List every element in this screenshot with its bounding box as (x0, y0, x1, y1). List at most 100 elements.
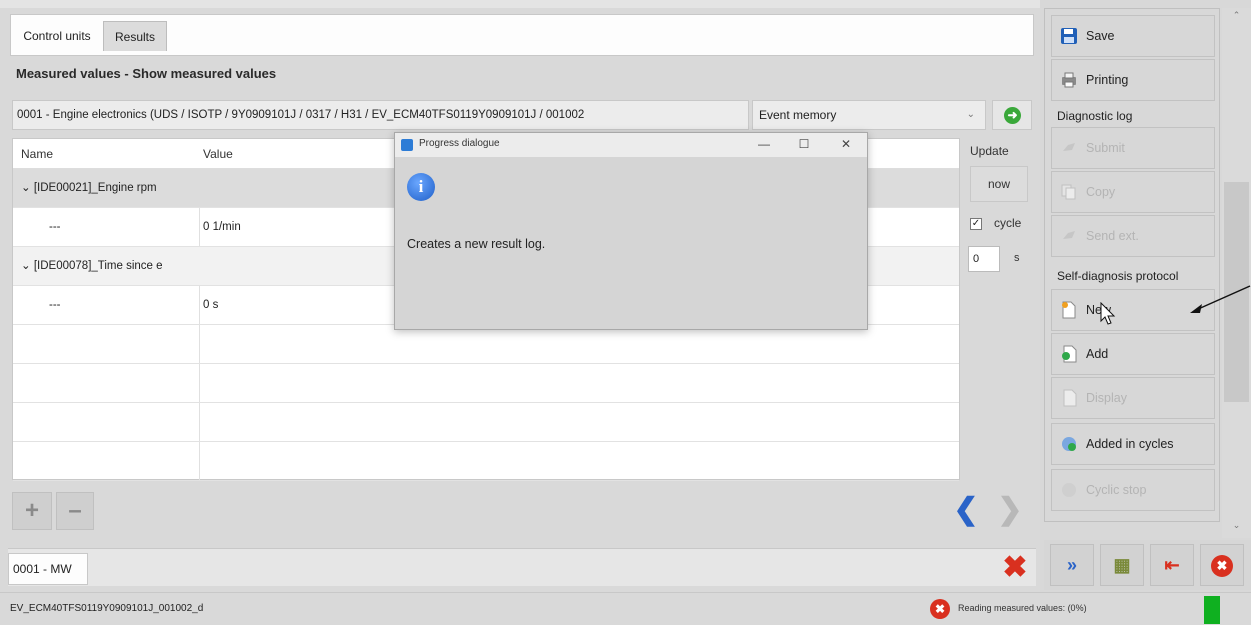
close-circle-icon: ✖ (1211, 555, 1233, 578)
info-icon: i (407, 173, 435, 201)
send-ext-label: Send ext. (1086, 229, 1139, 243)
dialog-titlebar: Progress dialogue — ☐ ✕ (395, 133, 867, 157)
copy-button[interactable]: Copy (1051, 171, 1215, 213)
arrow-right-icon: ➜ (1004, 107, 1021, 124)
empty-row (13, 403, 959, 442)
minimize-button[interactable]: — (745, 133, 783, 157)
tab-0001-mw[interactable]: 0001 - MW (8, 553, 88, 585)
tab-results[interactable]: Results (103, 21, 167, 51)
close-x-icon[interactable]: ✖ (998, 551, 1032, 585)
exit-door-icon: ⇤ (1164, 555, 1180, 575)
top-strip (0, 0, 1040, 8)
event-memory-select[interactable]: Event memory ⌄ (752, 100, 986, 130)
chevron-right-icon: ❯ (997, 493, 1023, 526)
grid-view-button[interactable]: ▦ (1100, 544, 1144, 586)
cycle-unit-label: s (1014, 252, 1020, 264)
row-name-cell: ⌄ [IDE00021]_Engine rpm (21, 182, 157, 194)
empty-row (13, 364, 959, 403)
row-name-text: [IDE00078]_Time since e (33, 260, 163, 272)
cycle-interval-input[interactable]: 0 (968, 246, 1000, 272)
new-document-icon (1062, 301, 1076, 319)
diagnostic-log-label: Diagnostic log (1057, 109, 1133, 123)
next-button[interactable]: ❯ (990, 492, 1030, 530)
copy-icon (1061, 184, 1076, 200)
submit-button[interactable]: Submit (1051, 127, 1215, 169)
row-name-cell: --- (49, 221, 61, 233)
update-label: Update (970, 144, 1009, 158)
annotation-arrow (1190, 285, 1251, 313)
display-label: Display (1086, 391, 1127, 405)
cyclic-stop-label: Cyclic stop (1086, 483, 1147, 497)
minus-icon: – (68, 497, 82, 524)
row-name-cell: --- (49, 299, 61, 311)
save-label: Save (1086, 29, 1115, 43)
send-icon (1063, 231, 1075, 239)
maximize-button[interactable]: ☐ (785, 133, 823, 157)
dialog-close-button[interactable]: ✕ (827, 133, 865, 157)
minimize-icon: — (758, 137, 770, 151)
empty-row (13, 442, 959, 481)
remove-row-button[interactable]: – (56, 492, 94, 530)
cycle-checkbox[interactable]: ✓ (970, 218, 982, 230)
progress-dialog: Progress dialogue — ☐ ✕ i Creates a new … (394, 132, 868, 330)
status-reading-text: Reading measured values: (0%) (958, 603, 1087, 613)
go-button[interactable]: ➜ (992, 100, 1032, 130)
submit-label: Submit (1086, 141, 1125, 155)
grid-icon: ▦ (1113, 555, 1131, 575)
tab-control-units[interactable]: Control units (11, 21, 103, 51)
mouse-cursor-icon (1100, 302, 1116, 325)
submit-icon (1063, 143, 1075, 151)
exit-button[interactable]: ⇤ (1150, 544, 1194, 586)
bottom-tab-area: 0001 - MW ✖ (8, 548, 1036, 586)
scroll-down-arrow-icon[interactable]: ⌄ (1222, 520, 1251, 534)
error-icon: ✖ (930, 599, 950, 619)
add-button[interactable]: Add (1051, 333, 1215, 375)
printer-icon (1062, 72, 1076, 88)
bottom-right-toolbar: » ▦ ⇤ ✖ (1044, 540, 1251, 590)
double-chevron-right-icon: » (1066, 555, 1077, 575)
printing-label: Printing (1086, 73, 1129, 87)
column-header-value[interactable]: Value (203, 139, 233, 169)
send-ext-button[interactable]: Send ext. (1051, 215, 1215, 257)
row-name-cell: ⌄ [IDE00078]_Time since e (21, 260, 163, 272)
right-action-panel: Save Printing Diagnostic log Submit Copy… (1044, 8, 1220, 522)
added-in-cycles-label: Added in cycles (1086, 437, 1174, 451)
added-in-cycles-button[interactable]: Added in cycles (1051, 423, 1215, 465)
copy-label: Copy (1086, 185, 1116, 199)
cycle-add-icon (1062, 437, 1076, 451)
printing-button[interactable]: Printing (1051, 59, 1215, 101)
close-icon: ✕ (840, 137, 852, 151)
close-app-button[interactable]: ✖ (1200, 544, 1244, 586)
status-file-name: EV_ECM40TFS0119Y0909101J_001002_d (10, 603, 204, 614)
plus-icon: + (24, 497, 39, 524)
update-now-button[interactable]: now (970, 166, 1028, 202)
forward-button[interactable]: » (1050, 544, 1094, 586)
add-document-icon (1062, 345, 1077, 363)
row-value-cell: 0 1/min (203, 221, 241, 233)
column-header-name[interactable]: Name (21, 139, 53, 169)
display-document-icon (1063, 389, 1077, 407)
maximize-icon: ☐ (798, 137, 810, 151)
event-select-value: Event memory (759, 108, 837, 122)
control-unit-field[interactable]: 0001 - Engine electronics (UDS / ISOTP /… (12, 100, 749, 130)
cycle-label: cycle (994, 216, 1022, 230)
previous-button[interactable]: ❮ (946, 492, 986, 530)
add-row-button[interactable]: + (12, 492, 52, 530)
status-progress-indicator (1204, 596, 1220, 624)
top-tab-bar: Control units Results (10, 14, 1034, 56)
chevron-down-icon: ⌄ (966, 109, 975, 120)
right-scrollbar[interactable]: ⌃ ⌄ (1222, 8, 1251, 538)
empty-row (13, 325, 959, 364)
cyclic-stop-button[interactable]: Cyclic stop (1051, 469, 1215, 511)
display-button[interactable]: Display (1051, 377, 1215, 419)
cyclic-stop-icon (1062, 483, 1076, 497)
dialog-message: Creates a new result log. (407, 237, 546, 251)
row-name-text: [IDE00021]_Engine rpm (33, 182, 157, 194)
row-value-cell: 0 s (203, 299, 219, 311)
floppy-disk-icon (1061, 28, 1077, 44)
update-panel: Update now ✓ cycle 0 s (962, 138, 1036, 480)
chevron-left-icon: ❮ (953, 493, 979, 526)
add-label: Add (1086, 347, 1109, 361)
scroll-up-arrow-icon[interactable]: ⌃ (1222, 10, 1251, 24)
save-button[interactable]: Save (1051, 15, 1215, 57)
